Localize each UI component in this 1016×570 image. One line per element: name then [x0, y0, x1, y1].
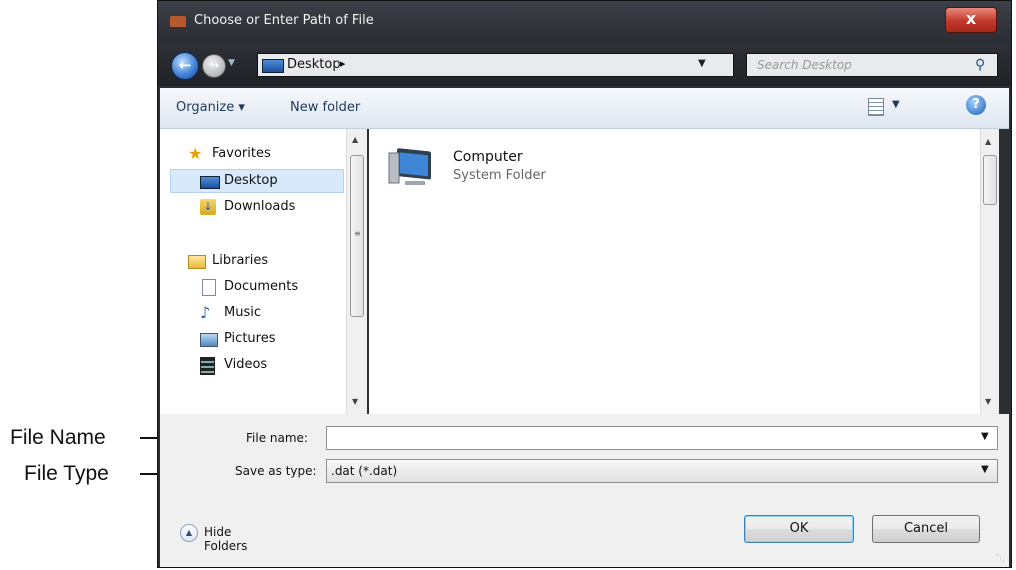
save-as-type-label: Save as type: [235, 464, 317, 478]
scroll-down-arrow-icon[interactable]: ▼ [352, 397, 358, 406]
ok-button[interactable]: OK [744, 515, 854, 543]
window-title: Choose or Enter Path of File [194, 13, 374, 28]
videos-icon [200, 357, 215, 375]
file-list-pane: Computer System Folder [369, 129, 997, 414]
help-button[interactable]: ? [966, 95, 986, 115]
hide-folders-label: Hide Folders [204, 525, 248, 553]
desktop-icon [200, 176, 220, 189]
chevron-down-icon[interactable]: ▼ [981, 431, 989, 442]
scroll-down-arrow-icon[interactable]: ▼ [985, 397, 991, 406]
navigation-bar: ← → ▼ Desktop ▸ ▼ ↻ Search Desktop ⚲ [158, 44, 1011, 86]
file-name-callout: File Name [10, 426, 106, 449]
dialog-footer: File name: ▼ Save as type: .dat (*.dat) … [160, 414, 1009, 567]
desktop-icon [262, 59, 284, 73]
view-details-icon [868, 98, 884, 116]
documents-icon [202, 279, 216, 296]
sidebar-item-label: Pictures [224, 331, 276, 346]
chevron-down-icon[interactable]: ▼ [981, 464, 989, 475]
change-view-button[interactable]: ▼ [868, 96, 908, 118]
sidebar-item-label: Videos [224, 357, 268, 372]
scroll-up-arrow-icon[interactable]: ▲ [352, 135, 358, 144]
scrollbar-thumb[interactable]: ≡ [350, 155, 364, 317]
file-item-computer[interactable]: Computer System Folder [385, 139, 595, 199]
search-icon[interactable]: ⚲ [975, 57, 985, 73]
chevron-down-icon: ▼ [892, 99, 900, 110]
file-name-field[interactable]: ▼ [326, 426, 998, 450]
address-history-dropdown[interactable]: ▼ [698, 58, 706, 69]
sidebar-item-label: Documents [224, 279, 299, 294]
search-input[interactable]: Search Desktop [757, 58, 852, 72]
computer-icon [388, 148, 431, 185]
file-item-name: Computer [453, 149, 523, 165]
save-as-type-select[interactable]: .dat (*.dat) ▼ [326, 459, 998, 483]
file-list-scrollbar[interactable]: ▲ ▼ [980, 129, 999, 414]
forward-button[interactable]: → [202, 54, 226, 78]
sidebar-item-label: Favorites [212, 146, 271, 161]
sidebar-item-label: Libraries [212, 253, 269, 268]
cancel-button[interactable]: Cancel [872, 515, 980, 543]
resize-grip-icon[interactable]: ⋱ [996, 554, 1005, 564]
file-item-type: System Folder [453, 168, 546, 183]
command-toolbar: Organize ▾ New folder ▼ ? [160, 88, 1009, 129]
file-name-label: File name: [246, 431, 308, 445]
collapse-icon: ▲ [180, 524, 198, 542]
address-location[interactable]: Desktop [287, 57, 341, 72]
close-button[interactable]: x [945, 7, 997, 33]
save-as-type-value[interactable]: .dat (*.dat) [331, 464, 397, 478]
title-bar[interactable]: Choose or Enter Path of File x [158, 1, 1011, 43]
scrollbar-grip-icon: ≡ [354, 229, 361, 238]
pictures-icon [200, 333, 218, 347]
organize-button[interactable]: Organize ▾ [176, 100, 245, 115]
navigation-pane: ★ Favorites Desktop ↓ Downloads Librarie… [160, 129, 367, 414]
file-dialog-window: Choose or Enter Path of File x ← → ▼ Des… [157, 0, 1012, 568]
sidebar-item-label: Music [224, 305, 261, 320]
music-icon: ♪ [200, 303, 211, 322]
sidebar-item-label: Downloads [224, 199, 296, 214]
navigation-pane-scrollbar[interactable]: ▲ ≡ ▼ [346, 129, 367, 414]
star-icon: ★ [188, 144, 203, 163]
downloads-folder-icon: ↓ [200, 199, 216, 215]
search-box[interactable]: Search Desktop ⚲ [746, 53, 998, 77]
file-type-callout: File Type [24, 462, 109, 485]
sidebar-item-label: Desktop [224, 173, 278, 188]
back-button[interactable]: ← [171, 52, 199, 80]
scroll-up-arrow-icon[interactable]: ▲ [985, 137, 991, 146]
libraries-icon [188, 255, 206, 269]
recent-pages-dropdown[interactable]: ▼ [228, 58, 235, 68]
scrollbar-thumb[interactable] [983, 155, 997, 205]
address-bar[interactable]: Desktop ▸ ▼ ↻ [257, 53, 821, 77]
app-icon [170, 16, 186, 27]
address-chevron[interactable]: ▸ [340, 57, 346, 70]
new-folder-button[interactable]: New folder [290, 100, 360, 115]
